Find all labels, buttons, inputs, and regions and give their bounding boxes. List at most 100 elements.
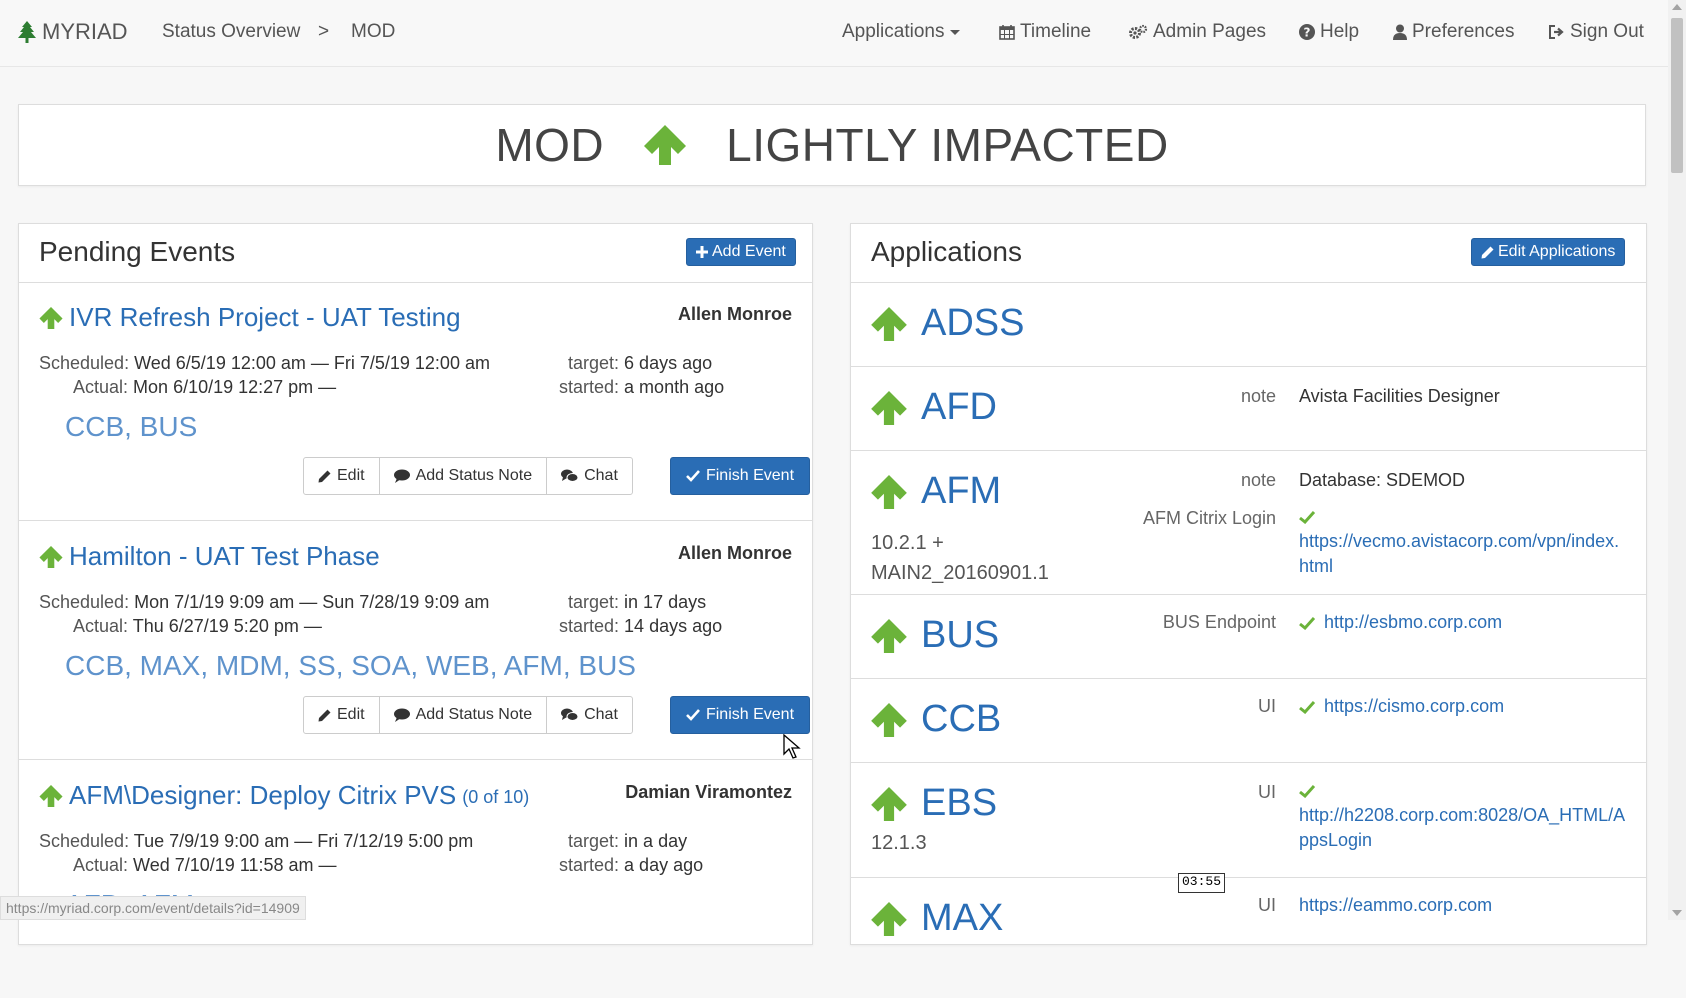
- event-actions: Edit Add Status Note Chat: [303, 457, 633, 495]
- event-scheduled: Scheduled: Tue 7/9/19 9:00 am — Fri 7/12…: [39, 831, 473, 852]
- event-title: IVR Refresh Project - UAT Testing: [69, 302, 461, 332]
- event-apps[interactable]: CCB, MAX, MDM, SS, SOA, WEB, AFM, BUS: [65, 650, 636, 682]
- nav-help[interactable]: ? Help: [1299, 21, 1359, 43]
- chat-button[interactable]: Chat: [546, 696, 633, 734]
- actual-label: Actual:: [73, 616, 129, 636]
- breadcrumb-status-overview[interactable]: Status Overview: [162, 21, 300, 43]
- nav-sign-out[interactable]: Sign Out: [1548, 21, 1644, 43]
- add-status-note-button[interactable]: Add Status Note: [378, 457, 548, 495]
- app-name: EBS: [921, 782, 998, 824]
- app-field-value: Database: SDEMOD: [1299, 470, 1466, 490]
- add-status-note-button[interactable]: Add Status Note: [378, 696, 548, 734]
- app-link[interactable]: https://cismo.corp.com: [1324, 696, 1504, 716]
- app-field-key: AFM Citrix Login: [1142, 508, 1276, 528]
- finish-event-button[interactable]: Finish Event: [670, 457, 810, 495]
- scheduled-label: Scheduled:: [39, 831, 130, 851]
- target-value: 6 days ago: [624, 353, 713, 373]
- app-name-link[interactable]: AFD: [871, 386, 997, 429]
- event-owner: Damian Viramontez: [625, 782, 792, 802]
- nav-preferences-label: Preferences: [1412, 21, 1515, 42]
- edit-button[interactable]: Edit: [303, 457, 380, 495]
- tree-icon: [18, 21, 36, 43]
- finish-event-button[interactable]: Finish Event: [670, 696, 810, 734]
- event-target: target: in a day: [568, 831, 687, 852]
- scheduled-value: Tue 7/9/19 9:00 am — Fri 7/12/19 5:00 pm: [133, 831, 474, 851]
- app-name-link[interactable]: BUS: [871, 614, 999, 657]
- arrow-up-icon: [871, 474, 907, 509]
- app-name-link[interactable]: ADSS: [871, 302, 1024, 345]
- applications-panel: Applications Edit Applications ADSS AFD …: [850, 223, 1647, 945]
- nav-timeline[interactable]: Timeline: [999, 21, 1091, 43]
- app-row-max: MAX UI https://eammo.corp.com: [851, 877, 1646, 961]
- app-field-value: https://vecmo.avistacorp.com/vpn/index.h…: [1299, 504, 1629, 579]
- event-title-link[interactable]: IVR Refresh Project - UAT Testing: [39, 302, 467, 333]
- app-field-value: Avista Facilities Designer: [1299, 386, 1500, 406]
- target-label: target:: [568, 831, 620, 851]
- arrow-up-icon: [39, 545, 63, 568]
- app-name-link[interactable]: AFM: [871, 470, 1001, 513]
- add-event-button[interactable]: Add Event: [686, 238, 796, 266]
- scroll-up-arrow-icon[interactable]: [1672, 4, 1682, 10]
- app-field-key: note: [1240, 386, 1276, 406]
- nav-preferences[interactable]: Preferences: [1393, 21, 1514, 43]
- app-name: CCB: [921, 698, 1002, 740]
- finish-event-label: Finish Event: [705, 467, 795, 484]
- nav-admin-pages[interactable]: Admin Pages: [1128, 21, 1266, 43]
- app-name-link[interactable]: MAX: [871, 897, 1003, 940]
- app-link[interactable]: https://eammo.corp.com: [1299, 895, 1492, 915]
- pencil-icon: [318, 470, 331, 482]
- started-label: started:: [559, 855, 620, 875]
- svg-text:?: ?: [1304, 26, 1311, 40]
- app-field-key: UI: [1258, 782, 1276, 802]
- app-version: 10.2.1 + MAIN2_20160901.1: [871, 532, 1049, 584]
- target-value: in 17 days: [624, 592, 707, 612]
- pending-events-title: Pending Events: [39, 236, 236, 267]
- event-actual: Actual: Wed 7/10/19 11:58 am —: [73, 855, 337, 876]
- target-label: target:: [568, 592, 620, 612]
- check-icon: [686, 709, 700, 721]
- app-link[interactable]: http://h2208.corp.com:8028/OA_HTML/AppsL…: [1299, 805, 1625, 850]
- check-icon: [1299, 510, 1315, 524]
- page-scrollbar[interactable]: [1668, 0, 1686, 920]
- app-link[interactable]: http://esbmo.corp.com: [1324, 612, 1502, 632]
- edit-applications-label: Edit Applications: [1498, 243, 1616, 260]
- app-name-link[interactable]: EBS: [871, 782, 997, 825]
- nav-sign-out-label: Sign Out: [1570, 21, 1644, 42]
- app-row-afd: AFD note Avista Facilities Designer: [851, 366, 1646, 451]
- scroll-down-arrow-icon[interactable]: [1672, 910, 1682, 916]
- event-title-link[interactable]: AFM\Designer: Deploy Citrix PVS (0 of 10…: [39, 780, 529, 811]
- app-name: MAX: [921, 897, 1004, 939]
- comment-icon: [393, 469, 410, 483]
- app-name: AFD: [921, 386, 997, 428]
- pending-events-heading: Pending Events Add Event: [19, 224, 812, 283]
- edit-button[interactable]: Edit: [303, 696, 380, 734]
- event-scheduled: Scheduled: Wed 6/5/19 12:00 am — Fri 7/5…: [39, 353, 490, 374]
- app-field-key: UI: [1258, 895, 1276, 915]
- pencil-icon: [1481, 246, 1494, 258]
- event-started: started: 14 days ago: [559, 616, 722, 637]
- app-link[interactable]: https://vecmo.avistacorp.com/vpn/index.h…: [1299, 531, 1619, 576]
- edit-applications-button[interactable]: Edit Applications: [1471, 238, 1626, 266]
- target-value: in a day: [624, 831, 688, 851]
- app-field-value: https://cismo.corp.com: [1299, 694, 1629, 719]
- nav-applications[interactable]: Applications: [842, 21, 961, 43]
- nav-applications-label: Applications: [842, 21, 945, 42]
- pencil-icon: [318, 709, 331, 721]
- user-icon: [1393, 24, 1407, 40]
- calendar-icon: [999, 25, 1015, 40]
- navbar: MYRIAD Status Overview > MOD Application…: [0, 0, 1668, 67]
- app-row-adss: ADSS: [851, 282, 1646, 367]
- event-title-link[interactable]: Hamilton - UAT Test Phase: [39, 541, 386, 572]
- started-value: a month ago: [624, 377, 725, 397]
- brand[interactable]: MYRIAD: [18, 19, 128, 45]
- app-row-bus: BUS BUS Endpoint http://esbmo.corp.com: [851, 594, 1646, 679]
- status-indicator: LIGHTLY IMPACTED: [644, 118, 1169, 172]
- scheduled-value: Wed 6/5/19 12:00 am — Fri 7/5/19 12:00 a…: [134, 353, 490, 373]
- chat-button[interactable]: Chat: [546, 457, 633, 495]
- scrollbar-thumb[interactable]: [1671, 18, 1683, 173]
- actual-label: Actual:: [73, 377, 129, 397]
- event-owner: Allen Monroe: [677, 543, 792, 563]
- event-apps[interactable]: CCB, BUS: [65, 411, 197, 443]
- app-name-link[interactable]: CCB: [871, 698, 1001, 741]
- breadcrumb-current: MOD: [351, 21, 396, 42]
